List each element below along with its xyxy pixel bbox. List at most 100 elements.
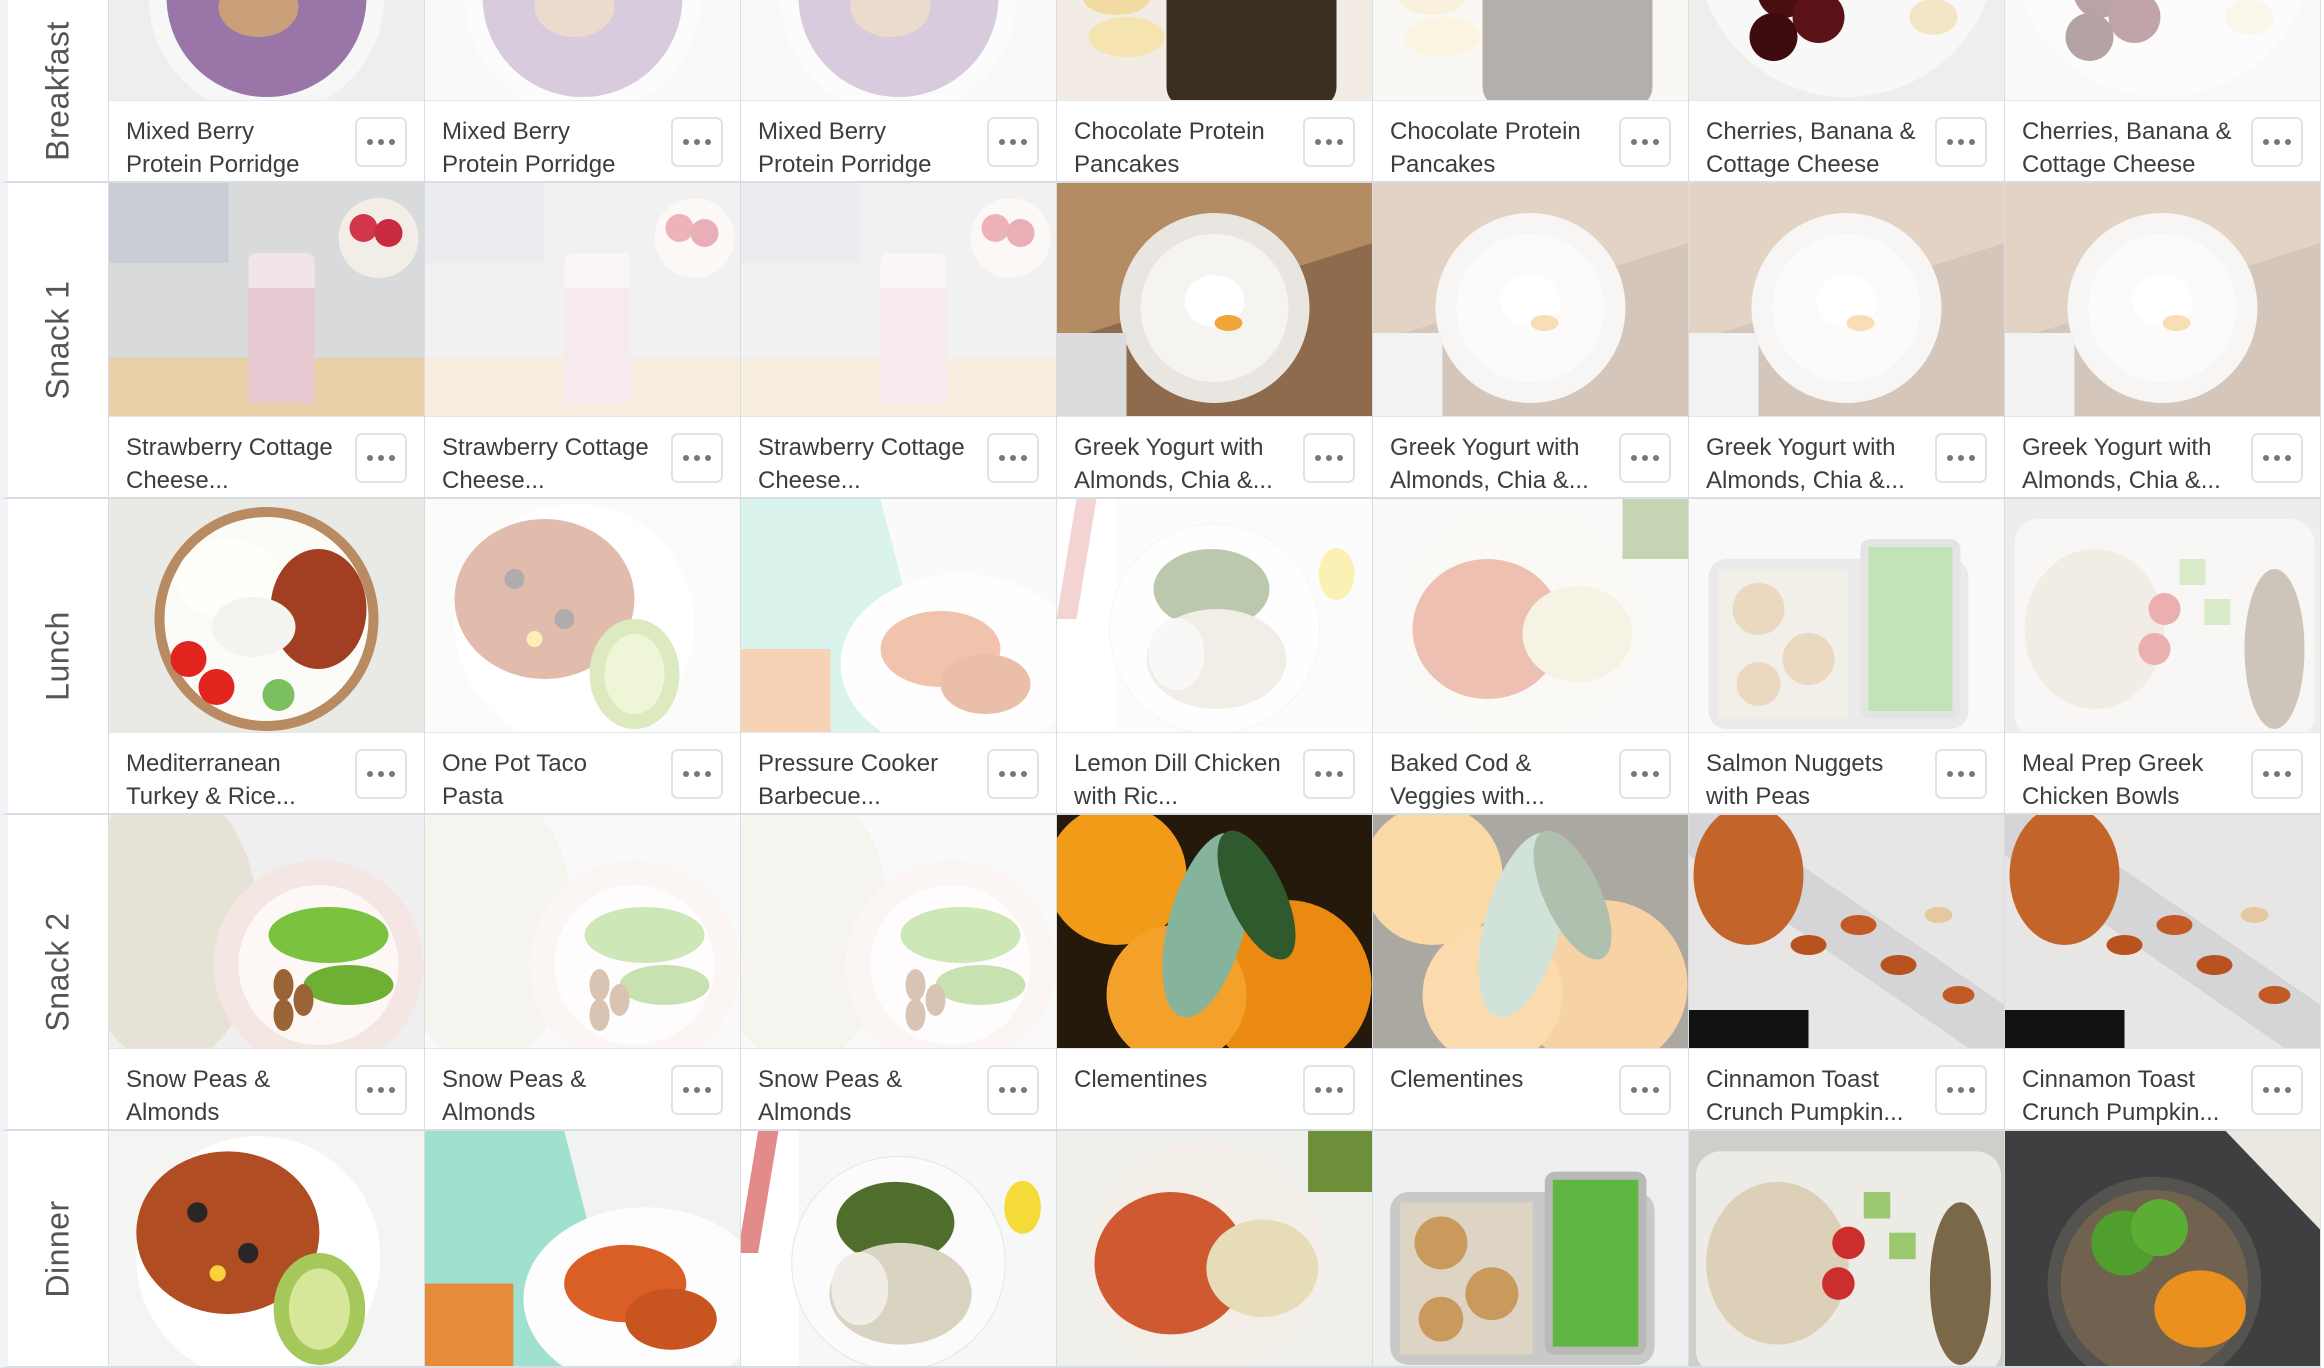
meal-photo[interactable] [741,499,1056,732]
meal-photo[interactable] [1057,0,1372,100]
more-options-button[interactable] [1619,117,1671,167]
meal-photo[interactable] [1373,499,1688,732]
meal-title[interactable]: Clementines [1390,1063,1600,1096]
meal-title[interactable]: Strawberry Cottage Cheese... [758,431,968,497]
meal-photo[interactable] [1057,815,1372,1048]
meal-photo[interactable] [1689,499,2004,732]
meal-card[interactable]: Strawberry Cottage Cheese... [109,183,425,499]
more-options-button[interactable] [1303,433,1355,483]
more-options-button[interactable] [2251,749,2303,799]
meal-card[interactable]: Strawberry Cottage Cheese... [741,183,1057,499]
meal-title[interactable]: Mediterranean Turkey & Rice... [126,747,336,813]
meal-photo[interactable] [2005,815,2320,1048]
meal-title[interactable]: Greek Yogurt with Almonds, Chia &... [1390,431,1600,497]
meal-title[interactable]: Chocolate Protein Pancakes [1390,115,1600,181]
meal-card[interactable]: Mixed Berry Protein Porridge [425,0,741,183]
meal-title[interactable]: Strawberry Cottage Cheese... [126,431,336,497]
meal-card[interactable]: Cherries, Banana & Cottage Cheese [1689,0,2005,183]
meal-photo[interactable] [109,1131,424,1366]
meal-photo[interactable] [741,0,1056,100]
meal-title[interactable]: Pressure Cooker Barbecue... [758,747,968,813]
more-options-button[interactable] [987,1065,1039,1115]
meal-card[interactable]: Snow Peas & Almonds [425,815,741,1131]
meal-card[interactable]: Snow Peas & Almonds [741,815,1057,1131]
meal-photo[interactable] [1689,815,2004,1048]
meal-photo[interactable] [2005,183,2320,416]
meal-photo[interactable] [1689,0,2004,100]
more-options-button[interactable] [355,749,407,799]
more-options-button[interactable] [987,749,1039,799]
meal-photo[interactable] [425,815,740,1048]
meal-card[interactable]: Greek Yogurt with Almonds, Chia &... [1689,183,2005,499]
meal-photo[interactable] [741,815,1056,1048]
meal-card[interactable]: Cinnamon Toast Crunch Pumpkin... [2005,815,2321,1131]
meal-title[interactable]: Meal Prep Greek Chicken Bowls [2022,747,2232,813]
meal-card[interactable]: Mixed Berry Protein Porridge [741,0,1057,183]
more-options-button[interactable] [1619,1065,1671,1115]
meal-photo[interactable] [1057,1131,1372,1366]
meal-title[interactable]: Greek Yogurt with Almonds, Chia &... [2022,431,2232,497]
meal-card[interactable]: Greek Yogurt with Almonds, Chia &... [1373,183,1689,499]
meal-title[interactable]: One Pot Taco Pasta [442,747,652,813]
meal-card[interactable] [741,1131,1057,1368]
meal-title[interactable]: Greek Yogurt with Almonds, Chia &... [1074,431,1284,497]
meal-card[interactable] [1689,1131,2005,1368]
meal-photo[interactable] [1373,183,1688,416]
meal-card[interactable]: Greek Yogurt with Almonds, Chia &... [2005,183,2321,499]
meal-title[interactable]: Strawberry Cottage Cheese... [442,431,652,497]
meal-title[interactable]: Snow Peas & Almonds [126,1063,336,1129]
meal-photo[interactable] [1373,815,1688,1048]
more-options-button[interactable] [671,433,723,483]
meal-card[interactable]: One Pot Taco Pasta [425,499,741,815]
more-options-button[interactable] [2251,433,2303,483]
more-options-button[interactable] [1303,1065,1355,1115]
meal-photo[interactable] [1057,499,1372,732]
meal-card[interactable]: Greek Yogurt with Almonds, Chia &... [1057,183,1373,499]
more-options-button[interactable] [987,433,1039,483]
meal-title[interactable]: Cherries, Banana & Cottage Cheese [2022,115,2232,181]
meal-card[interactable] [1373,1131,1689,1368]
meal-title[interactable]: Cinnamon Toast Crunch Pumpkin... [1706,1063,1916,1129]
meal-photo[interactable] [1689,1131,2004,1366]
meal-card[interactable]: Pressure Cooker Barbecue... [741,499,1057,815]
meal-card[interactable] [1057,1131,1373,1368]
meal-card[interactable]: Mixed Berry Protein Porridge [109,0,425,183]
meal-card[interactable] [425,1131,741,1368]
meal-card[interactable]: Baked Cod & Veggies with... [1373,499,1689,815]
more-options-button[interactable] [671,749,723,799]
meal-photo[interactable] [741,1131,1056,1366]
more-options-button[interactable] [1935,1065,1987,1115]
meal-photo[interactable] [2005,499,2320,732]
meal-card[interactable]: Mediterranean Turkey & Rice... [109,499,425,815]
meal-photo[interactable] [1057,183,1372,416]
more-options-button[interactable] [1303,749,1355,799]
more-options-button[interactable] [1619,749,1671,799]
meal-photo[interactable] [741,183,1056,416]
meal-card[interactable]: Lemon Dill Chicken with Ric... [1057,499,1373,815]
meal-card[interactable]: Chocolate Protein Pancakes [1057,0,1373,183]
meal-title[interactable]: Snow Peas & Almonds [442,1063,652,1129]
meal-card[interactable]: Cinnamon Toast Crunch Pumpkin... [1689,815,2005,1131]
more-options-button[interactable] [1303,117,1355,167]
meal-card[interactable]: Meal Prep Greek Chicken Bowls [2005,499,2321,815]
meal-title[interactable]: Greek Yogurt with Almonds, Chia &... [1706,431,1916,497]
meal-photo[interactable] [425,499,740,732]
meal-photo[interactable] [425,183,740,416]
meal-photo[interactable] [109,0,424,100]
meal-card[interactable]: Chocolate Protein Pancakes [1373,0,1689,183]
meal-title[interactable]: Mixed Berry Protein Porridge [442,115,652,181]
meal-card[interactable]: Strawberry Cottage Cheese... [425,183,741,499]
meal-title[interactable]: Chocolate Protein Pancakes [1074,115,1284,181]
meal-photo[interactable] [109,499,424,732]
meal-title[interactable]: Snow Peas & Almonds [758,1063,968,1129]
meal-photo[interactable] [425,1131,740,1366]
meal-card[interactable] [109,1131,425,1368]
more-options-button[interactable] [355,117,407,167]
meal-title[interactable]: Salmon Nuggets with Peas [1706,747,1916,813]
more-options-button[interactable] [355,1065,407,1115]
more-options-button[interactable] [1619,433,1671,483]
meal-photo[interactable] [109,815,424,1048]
meal-title[interactable]: Lemon Dill Chicken with Ric... [1074,747,1284,813]
more-options-button[interactable] [2251,1065,2303,1115]
meal-card[interactable]: Clementines [1057,815,1373,1131]
